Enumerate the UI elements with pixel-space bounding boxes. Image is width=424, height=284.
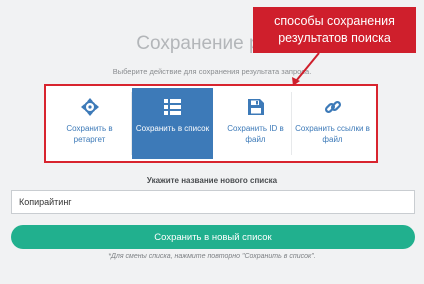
save-to-list-option[interactable]: Сохранить в список [132,88,213,159]
crosshair-icon [49,96,130,118]
footnote: *Для смены списка, нажмите повторно "Сох… [108,253,316,260]
option-label: Сохранить ID в файл [227,124,284,144]
floppy-disk-icon [215,96,296,118]
callout-line-1: способы сохранения [274,14,395,28]
new-list-heading: Укажите название нового списка [146,176,278,185]
list-name-input[interactable] [11,190,415,214]
save-to-new-list-button[interactable]: Сохранить в новый список [11,225,415,249]
option-divider [131,92,132,155]
save-to-retarget-option[interactable]: Сохранить в ретаргет [49,88,130,159]
option-label: Сохранить в список [135,124,210,133]
save-id-to-file-option[interactable]: Сохранить ID в файл [215,88,296,159]
save-links-to-file-option[interactable]: Сохранить ссылки в файл [292,88,373,159]
option-label: Сохранить в ретаргет [66,124,113,144]
callout-line-2: результатов поиска [278,31,391,45]
save-results-panel: Сохранение резу Выберите действие для со… [0,0,424,284]
list-table-icon [132,96,213,118]
option-divider [291,92,292,155]
option-label: Сохранить ссылки в файл [295,124,370,144]
link-icon [292,96,373,118]
annotation-callout: способы сохранения результатов поиска [253,7,416,53]
page-subtitle: Выберите действие для сохранения результ… [112,67,312,76]
